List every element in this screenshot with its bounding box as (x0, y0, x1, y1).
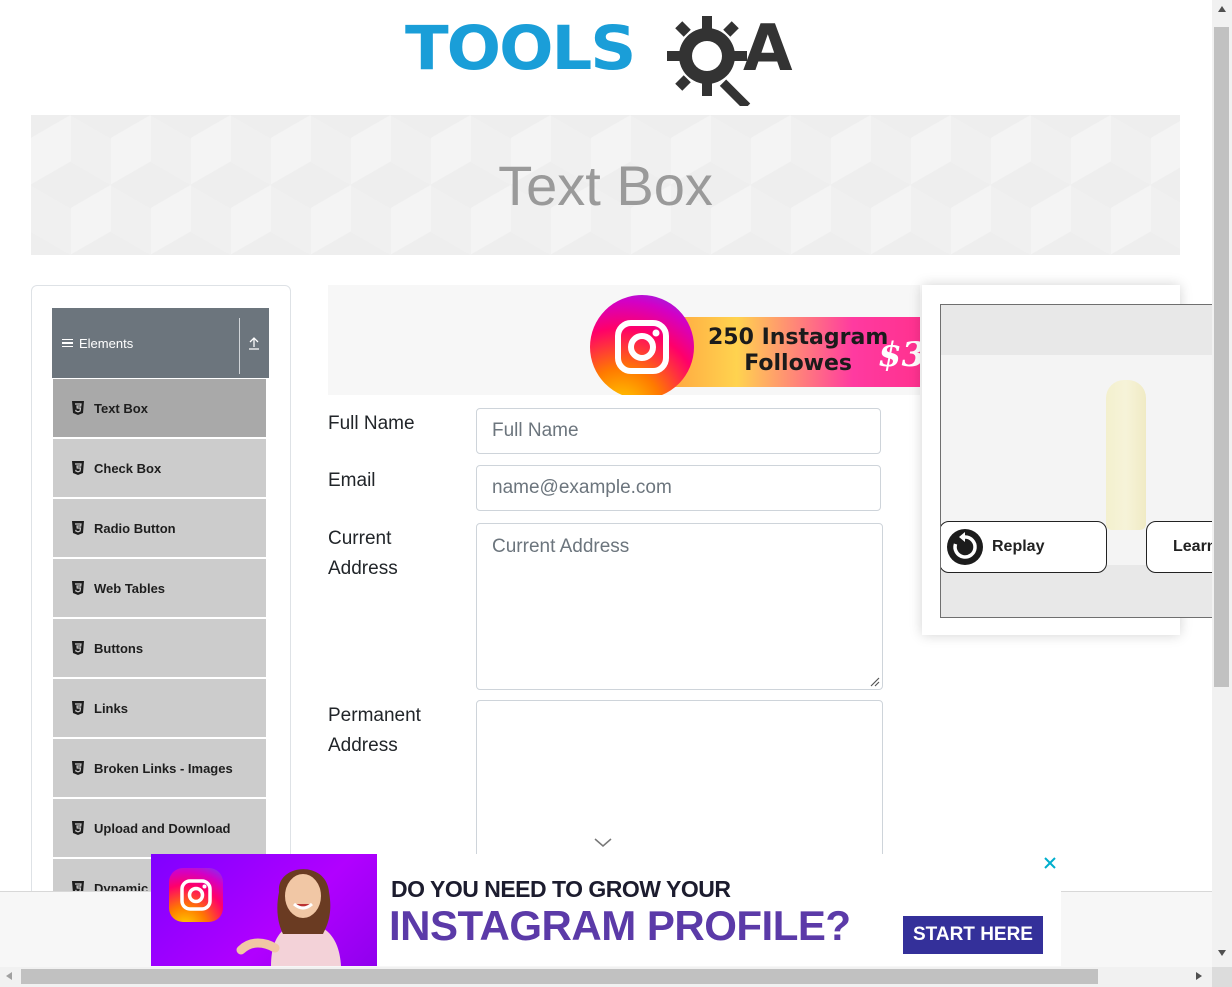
learn-label: Learn (1173, 538, 1214, 555)
full-name-input[interactable] (476, 408, 881, 454)
sidebar-item-links[interactable]: Links (53, 679, 266, 737)
sidebar-item-label: Buttons (94, 640, 144, 656)
sidebar-item-label: Links (94, 700, 128, 716)
sidebar-item-label: Check Box (94, 460, 162, 476)
hamburger-icon (62, 337, 73, 350)
html5-icon (72, 641, 84, 655)
email-label: Email (328, 470, 376, 491)
ad-headline-line1: DO YOU NEED TO GROW YOUR (391, 876, 731, 902)
ad-purple-panel (151, 854, 377, 966)
sidebar-item-check-box[interactable]: Check Box (53, 439, 266, 497)
email-input[interactable] (476, 465, 881, 511)
ig-ad-line1: 250 Instagram (708, 325, 889, 350)
html5-icon (72, 701, 84, 715)
logo-text-tools: TOOLS (405, 13, 636, 85)
sidebar-item-label: Radio Button (94, 520, 176, 536)
product-image (1106, 380, 1146, 530)
video-ad-container: Replay Learn (922, 285, 1214, 635)
sidebar-item-label: Upload and Download (94, 820, 231, 836)
permanent-address-label-line2: Address (328, 735, 398, 756)
page-banner: Text Box (31, 115, 1180, 255)
instagram-camera-icon (180, 879, 212, 911)
sidebar-item-broken-links[interactable]: Broken Links - Images (53, 739, 266, 797)
permanent-address-label: Permanent Address (328, 701, 458, 761)
html5-icon (72, 761, 84, 775)
replay-button[interactable]: Replay (941, 521, 1107, 573)
permanent-address-label-line1: Permanent (328, 705, 421, 726)
vertical-scroll-thumb[interactable] (1214, 27, 1229, 687)
sidebar-item-text-box[interactable]: Text Box (53, 379, 266, 437)
scroll-right-arrow-icon[interactable] (1196, 972, 1202, 980)
ad-headline-line2: INSTAGRAM PROFILE? (389, 902, 851, 949)
sidebar-group-title: Elements (79, 335, 134, 351)
full-name-label: Full Name (328, 413, 415, 434)
scroll-down-arrow-icon[interactable] (1218, 950, 1226, 956)
current-address-label-line1: Current (328, 528, 392, 549)
current-address-textarea[interactable] (476, 523, 883, 690)
html5-icon (72, 821, 84, 835)
horizontal-scrollbar[interactable] (0, 967, 1212, 987)
vertical-scrollbar[interactable] (1212, 0, 1232, 967)
scrollbar-corner (1212, 967, 1232, 987)
instagram-logo-icon (169, 868, 223, 922)
ig-ad-price: $3 (878, 335, 920, 375)
sidebar-item-label: Web Tables (94, 580, 166, 596)
close-ad-icon[interactable] (1043, 856, 1057, 870)
chevron-down-icon (594, 838, 612, 847)
html5-icon (72, 521, 84, 535)
sidebar-item-buttons[interactable]: Buttons (53, 619, 266, 677)
instagram-camera-icon (615, 320, 669, 374)
video-ad-frame[interactable]: Replay Learn (940, 304, 1214, 618)
resize-grip-icon[interactable] (868, 675, 880, 687)
learn-more-button[interactable]: Learn (1146, 521, 1214, 573)
logo-text-a: A (743, 12, 793, 86)
sidebar-item-web-tables[interactable]: Web Tables (53, 559, 266, 617)
ig-ad-text: 250 Instagram Followes (708, 325, 888, 377)
sidebar-menu-list: Text Box Check Box Radio Button Web Tabl… (53, 379, 266, 919)
current-address-label: Current Address (328, 524, 458, 584)
html5-icon (72, 401, 84, 415)
ig-banner-graphic: 250 Instagram Followes $3 (590, 295, 920, 395)
start-here-button[interactable]: START HERE (903, 916, 1043, 954)
page-title: Text Box (498, 154, 713, 217)
scroll-left-arrow-icon[interactable] (6, 972, 12, 980)
bottom-instagram-ad[interactable]: DO YOU NEED TO GROW YOUR INSTAGRAM PROFI… (151, 854, 1061, 966)
html5-icon (72, 581, 84, 595)
horizontal-scroll-thumb[interactable] (21, 969, 1098, 984)
header-divider (239, 318, 240, 374)
replay-label: Replay (992, 538, 1045, 555)
sidebar: Elements Text Box Check Box Radio Button… (31, 285, 291, 927)
instagram-logo-icon (590, 295, 694, 395)
ig-ad-line2: Followes (744, 351, 853, 376)
sidebar-item-upload-download[interactable]: Upload and Download (53, 799, 266, 857)
scroll-up-arrow-icon[interactable] (1218, 6, 1226, 12)
sidebar-group-elements[interactable]: Elements (52, 308, 269, 378)
instagram-ad-banner[interactable]: 250 Instagram Followes $3 (328, 285, 920, 395)
sidebar-item-label: Broken Links - Images (94, 760, 233, 776)
toolsqa-logo[interactable]: TOOLS A (405, 8, 815, 106)
permanent-address-textarea[interactable] (476, 700, 883, 870)
collapse-arrow-icon[interactable] (247, 335, 261, 351)
sidebar-item-radio-button[interactable]: Radio Button (53, 499, 266, 557)
current-address-label-line2: Address (328, 558, 398, 579)
html5-icon (72, 461, 84, 475)
sidebar-item-label: Text Box (94, 400, 148, 416)
smiling-woman-image (236, 869, 341, 966)
replay-icon (947, 529, 983, 565)
